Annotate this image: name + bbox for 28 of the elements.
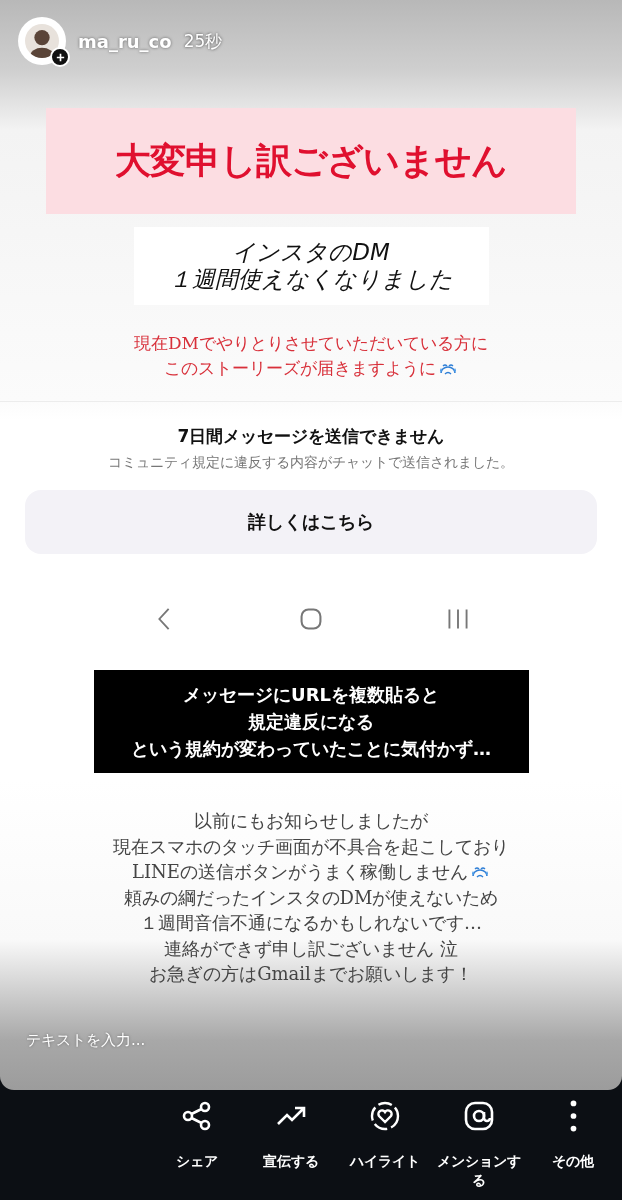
add-icon[interactable]	[50, 47, 70, 67]
notice-text: このストーリーズが届きますように	[164, 357, 436, 380]
heart-circle-icon	[369, 1100, 401, 1132]
body-text: お急ぎの方はGmailまでお願いします！	[149, 962, 473, 986]
learn-more-button[interactable]: 詳しくはこちら	[25, 490, 597, 554]
reply-field[interactable]: テキストを入力...	[22, 1026, 330, 1053]
body-text: 連絡ができず申し訳ございません 泣	[164, 936, 458, 961]
body-text: 頼みの綱だったインスタのDMが使えないため	[123, 885, 499, 910]
body-text: 現在スマホのタッチ画面が不具合を起こしており	[113, 834, 509, 859]
action-button[interactable]: ハイライト	[338, 1094, 432, 1190]
action-button[interactable]: 宣伝する	[244, 1094, 338, 1190]
body-text: LINEの送信ボタンがうまく稼働しません	[132, 860, 468, 884]
body-text: １週間音信不通になるかもしれないです…	[140, 911, 482, 935]
action-button[interactable]: シェア	[150, 1094, 244, 1190]
action-button[interactable]: その他	[526, 1094, 620, 1190]
apology-banner: 大変申し訳ございません	[46, 108, 576, 214]
timestamp: 25秒	[183, 29, 223, 53]
body-text: 以前にもお知らせしましたが	[194, 809, 428, 833]
caption-text: メッセージにURLを複数貼ると 規定違反になる という規約が変わっていたことに気付かず…	[93, 670, 529, 773]
headline-text: インスタのDM １週間使えなくなりました	[133, 227, 489, 305]
notice-text: 現在DMでやりとりさせていただいている方に	[133, 332, 488, 355]
restriction-description: コミュニティ規定に違反する内容がチャットで送信されました。	[108, 454, 514, 472]
action-button[interactable]: メンションする	[432, 1094, 526, 1190]
restriction-title: 7日間メッセージを送信できません	[177, 425, 445, 448]
home-icon[interactable]	[299, 606, 323, 632]
more-icon	[569, 1100, 577, 1132]
share-icon	[181, 1100, 213, 1132]
at-sign-icon	[463, 1100, 495, 1132]
